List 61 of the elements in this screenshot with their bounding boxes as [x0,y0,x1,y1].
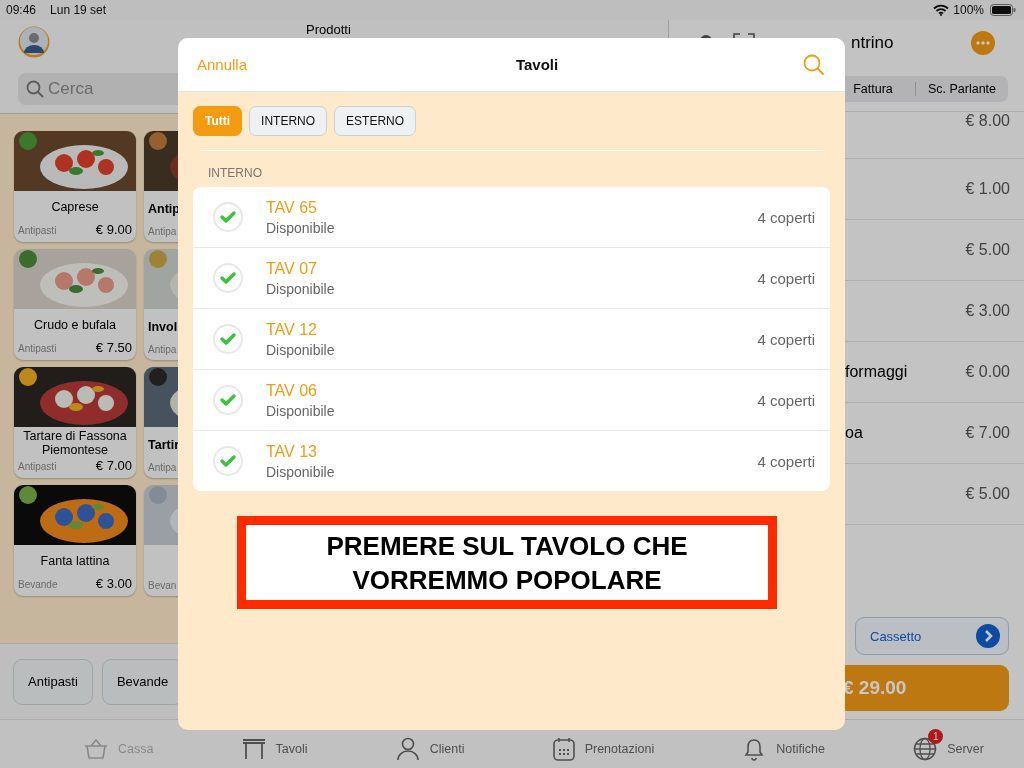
product-price: € 7.00 [95,458,132,473]
product-price: € 3.00 [95,576,132,591]
product-category: Antipasti [18,461,57,472]
table-seats: 4 coperti [757,269,815,287]
table-seats: 4 coperti [757,452,815,470]
product-category: Antipa [148,226,177,237]
item-amount: € 8.00 [965,112,1010,130]
dialog-title: Tavoli [515,56,559,73]
table-seats: 4 coperti [757,330,815,348]
product-category: Bevande [18,579,58,590]
item-amount: € 3.00 [965,302,1010,320]
filter-chip[interactable]: INTERNO [249,106,328,136]
product-name: Invol [148,319,178,334]
item-amount: € 5.00 [965,485,1010,503]
product-name: Tartare di Fassona Piemontese [22,428,128,457]
table-status: Disponibile [266,280,335,297]
product-price: € 7.50 [95,340,132,355]
product-card[interactable]: Tartare di Fassona Piemontese Antipasti € 7.00 [14,367,136,478]
product-name: Crudo e bufala [34,317,116,332]
tab-item[interactable]: Notifiche [742,727,825,761]
tab-item[interactable]: 1 Server [913,727,984,761]
item-name: oa [845,424,863,442]
product-name: Caprese [51,199,99,214]
panel-title: Prodotti [306,22,351,37]
drawer-button[interactable]: Cassetto [855,617,1009,655]
table-status: Disponibile [266,402,335,419]
product-name: Tartir [148,437,180,452]
section-header: INTERNO [208,166,263,180]
panel-title: ntrino [851,33,894,53]
notification-badge: 1 [928,729,944,744]
status-time: 09:46 [6,3,37,17]
product-price: € 9.00 [95,222,132,237]
table-seats: 4 coperti [757,391,815,409]
filter-chip[interactable]: ESTERNO [334,106,417,136]
table-status: Disponibile [266,463,335,480]
item-amount: € 1.00 [965,180,1010,198]
item-amount: € 5.00 [965,241,1010,259]
instruction-callout: PREMERE SUL TAVOLO CHE VORREMMO POPOLARE [237,516,777,609]
product-card[interactable]: Crudo e bufala Antipasti € 7.50 [14,249,136,360]
item-amount: € 0.00 [965,363,1010,381]
table-status: Disponibile [266,219,335,236]
segment-tab[interactable]: Sc. Parlante [915,82,1008,96]
product-category: Antipasti [18,225,57,236]
product-category: Antipa [148,462,177,473]
product-card[interactable]: Fanta lattina Bevande € 3.00 [14,485,136,596]
status-date: Lun 19 set [50,3,107,17]
table-seats: 4 coperti [757,208,815,226]
item-name: formaggi [845,363,908,381]
tab-item[interactable]: Tavoli [241,728,308,760]
product-card[interactable]: Caprese Antipasti € 9.00 [14,131,136,242]
product-name: Antip [148,201,180,216]
product-name: Fanta lattina [40,553,110,568]
product-category: Antipa [148,344,177,355]
category-button[interactable]: Antipasti [13,658,93,705]
product-category: Bevan [148,580,177,591]
product-category: Antipasti [18,343,57,354]
tab-item[interactable]: Prenotazioni [552,727,655,761]
table-status: Disponibile [266,341,335,358]
battery-percent: 100% [953,3,984,17]
item-amount: € 7.00 [965,424,1010,442]
tab-item[interactable]: Clienti [395,727,465,761]
